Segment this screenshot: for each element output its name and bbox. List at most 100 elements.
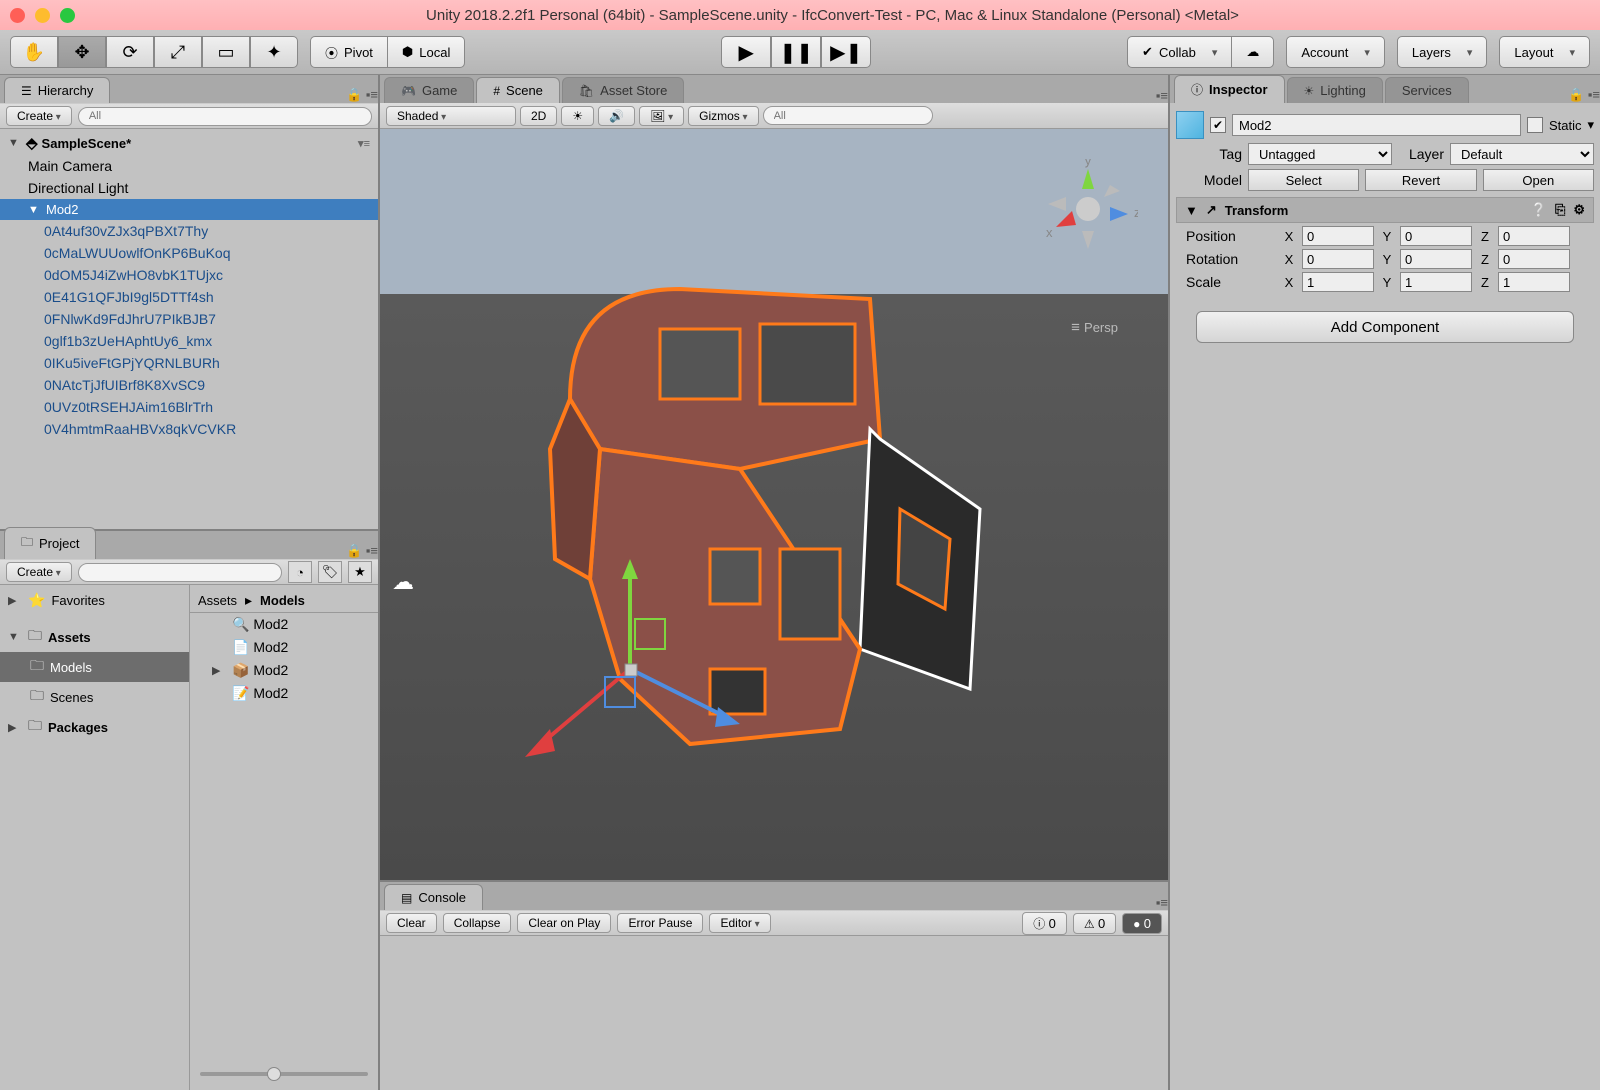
filter-icon[interactable]: ◔: [288, 561, 312, 583]
gear-icon[interactable]: ⚙: [1573, 202, 1585, 218]
layout-dropdown[interactable]: Layout: [1499, 36, 1590, 68]
panel-menu-icon[interactable]: ▪≡: [1156, 88, 1168, 103]
move-tool[interactable]: ✥: [58, 36, 106, 68]
scene-2d-toggle[interactable]: 2D: [520, 106, 557, 126]
pivot-toggle[interactable]: ⦿ Pivot: [310, 36, 387, 68]
step-button[interactable]: ▶❚: [821, 36, 871, 68]
hierarchy-search[interactable]: [78, 107, 372, 126]
model-open-button[interactable]: Open: [1483, 169, 1594, 191]
gameobject-name-field[interactable]: [1232, 114, 1521, 136]
lighting-toggle[interactable]: ☀: [561, 106, 594, 126]
hierarchy-child-item[interactable]: 0NAtcTjJfUIBrf8K8XvSC9: [0, 374, 378, 396]
orientation-gizmo[interactable]: y z x: [1038, 159, 1138, 259]
close-window-button[interactable]: [10, 8, 25, 23]
audio-toggle[interactable]: 🔊: [598, 106, 635, 126]
hierarchy-child-item[interactable]: 0dOM5J4iZwHO8vbK1TUjxc: [0, 264, 378, 286]
rotation-z-field[interactable]: [1498, 249, 1570, 269]
hand-tool[interactable]: ✋: [10, 36, 58, 68]
pause-button[interactable]: ❚❚: [771, 36, 821, 68]
model-revert-button[interactable]: Revert: [1365, 169, 1476, 191]
tab-game[interactable]: 🎮Game: [384, 77, 474, 103]
rect-tool[interactable]: ▭: [202, 36, 250, 68]
tab-asset-store[interactable]: 🛍Asset Store: [562, 77, 684, 103]
star-icon[interactable]: ★: [348, 561, 372, 583]
hierarchy-child-item[interactable]: 0FNlwKd9FdJhrU7PIkBJB7: [0, 308, 378, 330]
scenes-folder[interactable]: 🗀 Scenes: [0, 682, 189, 712]
hierarchy-child-item[interactable]: 0glf1b3zUeHAphtUy6_kmx: [0, 330, 378, 352]
console-clear-button[interactable]: Clear: [386, 913, 437, 933]
hierarchy-child-item[interactable]: 0IKu5iveFtGPjYQRNLBURh: [0, 352, 378, 374]
hierarchy-child-item[interactable]: 0cMaLWUUowlfOnKP6BuKoq: [0, 242, 378, 264]
scene-header[interactable]: ▼⬘ SampleScene*▾≡: [0, 131, 378, 155]
transform-component-header[interactable]: ▼ ↗ Transform ❔ ⎘ ⚙: [1176, 197, 1594, 223]
rotation-y-field[interactable]: [1400, 249, 1472, 269]
project-file-item[interactable]: 📝 Mod2: [190, 682, 378, 705]
preset-icon[interactable]: ⎘: [1555, 202, 1565, 218]
console-collapse-button[interactable]: Collapse: [443, 913, 512, 933]
hierarchy-item[interactable]: Main Camera: [0, 155, 378, 177]
hierarchy-child-item[interactable]: 0UVz0tRSEHJAim16BlrTrh: [0, 396, 378, 418]
console-clear-on-play-button[interactable]: Clear on Play: [517, 913, 611, 933]
position-x-field[interactable]: [1302, 226, 1374, 246]
console-warn-filter[interactable]: ⚠ 0: [1073, 913, 1116, 934]
project-create-button[interactable]: Create: [6, 562, 72, 582]
cloud-button[interactable]: ☁: [1231, 36, 1274, 68]
gizmos-dropdown[interactable]: Gizmos: [688, 106, 758, 126]
layer-dropdown[interactable]: Default: [1450, 143, 1594, 165]
label-icon[interactable]: 🏷: [318, 561, 342, 583]
scene-search[interactable]: [763, 106, 933, 125]
account-dropdown[interactable]: Account: [1286, 36, 1385, 68]
panel-menu-icon[interactable]: 🔒 ▪≡: [1568, 87, 1600, 103]
tab-console[interactable]: ▤Console: [384, 884, 483, 910]
scale-y-field[interactable]: [1400, 272, 1472, 292]
hierarchy-item-mod2[interactable]: ▼Mod2: [0, 199, 378, 220]
position-y-field[interactable]: [1400, 226, 1472, 246]
fx-toggle[interactable]: 🖼: [639, 106, 684, 126]
hierarchy-create-button[interactable]: Create: [6, 106, 72, 126]
breadcrumb-item[interactable]: Assets: [198, 593, 237, 608]
model-select-button[interactable]: Select: [1248, 169, 1359, 191]
help-icon[interactable]: ❔: [1531, 202, 1547, 218]
tab-project[interactable]: 🗀Project: [4, 527, 96, 559]
tab-services[interactable]: Services: [1385, 77, 1469, 103]
project-size-slider[interactable]: [200, 1064, 368, 1084]
collab-dropdown[interactable]: ✔ Collab: [1127, 36, 1231, 68]
project-file-item[interactable]: 🔍 Mod2: [190, 613, 378, 636]
tab-hierarchy[interactable]: ☰Hierarchy: [4, 77, 110, 103]
add-component-button[interactable]: Add Component: [1196, 311, 1574, 343]
tab-scene[interactable]: #Scene: [476, 77, 560, 103]
project-search[interactable]: [78, 563, 282, 582]
project-file-item[interactable]: ▶📦 Mod2: [190, 659, 378, 682]
tag-dropdown[interactable]: Untagged: [1248, 143, 1392, 165]
favorites-folder[interactable]: ▶⭐ Favorites: [0, 589, 189, 612]
panel-menu-icon[interactable]: 🔒 ▪≡: [346, 87, 378, 103]
scale-tool[interactable]: ⤢: [154, 36, 202, 68]
tab-inspector[interactable]: ⓘInspector: [1174, 75, 1285, 103]
scale-x-field[interactable]: [1302, 272, 1374, 292]
console-editor-dropdown[interactable]: Editor: [709, 913, 770, 933]
shading-dropdown[interactable]: Shaded: [386, 106, 516, 126]
console-info-filter[interactable]: ⓘ 0: [1022, 912, 1067, 935]
rotation-x-field[interactable]: [1302, 249, 1374, 269]
play-button[interactable]: ▶: [721, 36, 771, 68]
minimize-window-button[interactable]: [35, 8, 50, 23]
rotate-tool[interactable]: ⟳: [106, 36, 154, 68]
hierarchy-child-item[interactable]: 0V4hmtmRaaHBVx8qkVCVKR: [0, 418, 378, 440]
models-folder[interactable]: 🗀 Models: [0, 652, 189, 682]
hierarchy-child-item[interactable]: 0At4uf30vZJx3qPBXt7Thy: [0, 220, 378, 242]
tab-lighting[interactable]: ☀Lighting: [1287, 77, 1383, 103]
project-file-item[interactable]: 📄 Mod2: [190, 636, 378, 659]
static-checkbox[interactable]: [1527, 117, 1543, 133]
console-error-filter[interactable]: ● 0: [1122, 913, 1162, 934]
hierarchy-item[interactable]: Directional Light: [0, 177, 378, 199]
panel-menu-icon[interactable]: ▪≡: [1156, 895, 1168, 910]
maximize-window-button[interactable]: [60, 8, 75, 23]
scene-viewport[interactable]: ☁ y z x ≡ Persp: [380, 129, 1168, 880]
hierarchy-child-item[interactable]: 0E41G1QFJbI9gl5DTTf4sh: [0, 286, 378, 308]
breadcrumb-item[interactable]: Models: [260, 593, 305, 608]
local-toggle[interactable]: ⬢ Local: [387, 36, 465, 68]
layers-dropdown[interactable]: Layers: [1397, 36, 1488, 68]
panel-menu-icon[interactable]: 🔒 ▪≡: [346, 543, 378, 559]
packages-folder[interactable]: ▶🗀 Packages: [0, 712, 189, 742]
position-z-field[interactable]: [1498, 226, 1570, 246]
